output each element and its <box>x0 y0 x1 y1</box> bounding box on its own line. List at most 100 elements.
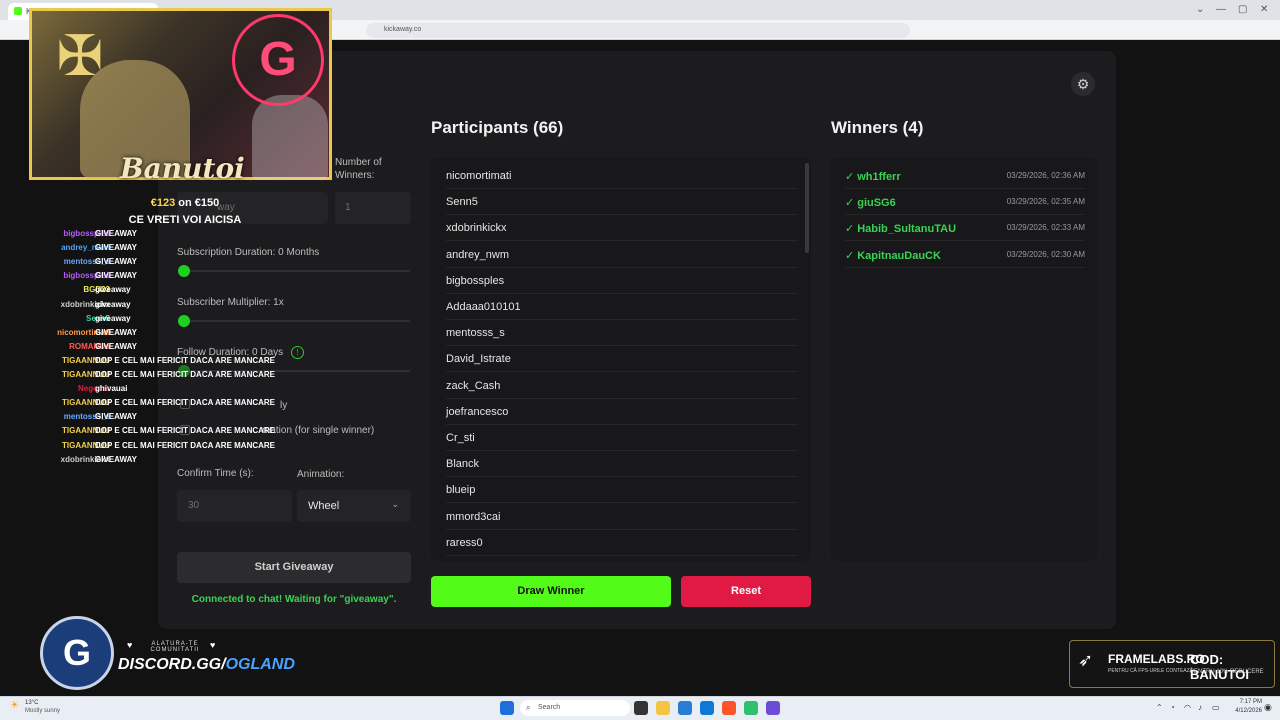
chat-line: andrey_nwm GIVEAWAY <box>0 243 300 257</box>
task-view-icon[interactable] <box>634 701 648 715</box>
chat-message: GIVEAWAY <box>95 341 137 351</box>
cross-logo-icon: ✠ <box>56 24 104 87</box>
participant-item: mmord3cai <box>446 504 798 530</box>
chat-message: GIVEAWAY <box>95 271 137 281</box>
clock-time[interactable]: 7:17 PM <box>1226 699 1262 705</box>
discord-app-icon[interactable] <box>766 701 780 715</box>
obs-icon[interactable] <box>744 701 758 715</box>
chat-line: mentosss_s GIVEAWAY <box>0 257 300 271</box>
wifi-icon[interactable]: ◠ <box>1184 703 1191 712</box>
chat-message: DOP E CEL MAI FERICIT DACA ARE MANCARE <box>95 426 276 436</box>
chat-message: DOP E CEL MAI FERICIT DACA ARE MANCARE <box>95 370 276 379</box>
animation-label: Animation: <box>297 469 345 480</box>
winners-list: ✓ wh1fferr 03/29/2026, 02:36 AM ✓ giuSG6 03/2… <box>831 157 1097 561</box>
chat-line: TIGAANNUU DOP E CEL MAI FERICIT DACA ARE … <box>0 398 300 412</box>
number-of-winners-label: Number of Winners: <box>335 157 382 181</box>
winner-item: ✓ KapitnauDauCK 03/29/2026, 02:30 AM <box>845 242 1085 268</box>
join-community-text: ALATURA-TE COMUNITATII <box>150 641 200 653</box>
neon-g-logo: G <box>232 14 324 106</box>
winner-name: wh1fferr <box>857 171 901 183</box>
notification-bell-icon[interactable]: ◉ <box>1264 702 1272 713</box>
close-window-icon[interactable]: ✕ <box>1260 4 1268 15</box>
reset-button[interactable]: Reset <box>681 576 811 607</box>
participant-item: joefrancesco <box>446 399 798 425</box>
chat-line: TIGAANNUU DOP E CEL MAI FERICIT DACA ARE … <box>0 426 300 440</box>
check-icon: ✓ <box>845 223 855 236</box>
participant-item: bigbossples <box>446 268 798 294</box>
participants-scrollbar[interactable] <box>805 163 809 253</box>
participant-item: mentosss_s <box>446 320 798 347</box>
goal-current: €123 <box>150 197 176 209</box>
kick-favicon-icon <box>14 7 22 15</box>
battery-icon[interactable]: ▭ <box>1212 703 1220 712</box>
participant-item: Addaaa010101 <box>446 294 798 320</box>
winner-item: ✓ Habib_SultanuTAU 03/29/2026, 02:33 AM <box>845 215 1085 242</box>
maximize-icon[interactable]: ▢ <box>1238 4 1247 15</box>
chat-message: GIVEAWAY <box>95 257 137 267</box>
winner-item: ✓ giuSG6 03/29/2026, 02:35 AM <box>845 189 1085 216</box>
network-icon[interactable]: ◔ <box>1170 703 1175 712</box>
winner-name: Habib_SultanuTAU <box>857 223 957 236</box>
participant-item: raress0 <box>446 530 798 556</box>
taskbar-search[interactable]: ⌕ Search <box>520 700 630 716</box>
winner-time: 03/29/2026, 02:30 AM <box>1006 249 1085 259</box>
chat-line: TIGAANNUU DOP E CEL MAI FERICIT DACA ARE … <box>0 370 300 384</box>
participant-item: nicomortimati <box>446 163 798 189</box>
draw-winner-button[interactable]: Draw Winner <box>431 576 671 607</box>
chat-line: Negocar ghivauai <box>0 384 300 398</box>
goal-rest: on €150 <box>175 197 220 209</box>
chat-line: TIGAANNUU DOP E CEL MAI FERICIT DACA ARE … <box>0 356 300 370</box>
participant-item: zack_Cash <box>446 373 798 399</box>
participants-list[interactable]: nicomortimati Senn5 xdobrinkickx andrey_nwm… <box>431 157 811 561</box>
clock-date[interactable]: 4/12/2026 <box>1226 708 1262 714</box>
winner-time: 03/29/2026, 02:33 AM <box>1006 223 1085 233</box>
chat-message: DOP E CEL MAI FERICIT DACA ARE MANCARE <box>95 398 276 408</box>
animation-select[interactable]: Wheel ⌄ <box>297 490 411 522</box>
outlook-icon[interactable] <box>700 701 714 715</box>
stream-cta: CE VRETI VOI AICISA <box>128 214 242 226</box>
participant-item: andrey_nwm <box>446 242 798 268</box>
donation-goal: €123 on €150 <box>120 197 250 209</box>
weather-desc: Mostly sunny <box>25 708 61 714</box>
streamer-name: Banutoi <box>120 152 245 185</box>
chat-message: GIVEAWAY <box>95 454 137 464</box>
winner-name: giuSG6 <box>857 197 896 210</box>
confirm-time-input[interactable]: 30 <box>177 490 292 522</box>
number-of-winners-input[interactable]: 1 <box>335 192 411 224</box>
store-icon[interactable] <box>678 701 692 715</box>
discord-prefix: DISCORD.GG/ <box>118 656 226 673</box>
chat-message: DOP E CEL MAI FERICIT DACA ARE MANCARE <box>95 355 276 365</box>
winner-item: ✓ wh1fferr 03/29/2026, 02:36 AM <box>845 163 1085 189</box>
start-giveaway-button[interactable]: Start Giveaway <box>177 552 411 583</box>
sponsor-code: COD: BANUTOI <box>1190 652 1249 682</box>
file-explorer-icon[interactable] <box>656 701 670 715</box>
rocket-icon: ➶ <box>1078 650 1094 670</box>
settings-gear-icon[interactable]: ⚙ <box>1071 72 1095 96</box>
tray-chevron-icon[interactable]: ⌃ <box>1156 703 1163 712</box>
chat-message: DOP E CEL MAI FERICIT DACA ARE MANCARE <box>95 440 276 450</box>
chat-line: BGD23 giveaway <box>0 285 300 299</box>
start-menu-icon[interactable] <box>500 701 514 715</box>
weather-temp: 13°C <box>25 700 39 706</box>
tab-list-icon[interactable]: ⌄ <box>1196 4 1204 15</box>
discord-badge-logo: G <box>40 616 114 690</box>
discord-suffix: OGLAND <box>225 656 295 673</box>
taskbar-search-placeholder: Search <box>538 704 561 711</box>
connection-status: Connected to chat! Waiting for "giveaway… <box>191 594 397 605</box>
address-bar[interactable]: kickaway.co <box>366 23 910 38</box>
confirm-time-value: 30 <box>188 500 200 511</box>
volume-icon[interactable]: ♪ <box>1198 703 1202 712</box>
chat-line: mentosss_s GIVEAWAY <box>0 412 300 426</box>
participant-item: xdobrinkickx <box>446 215 798 242</box>
participants-heading: Participants (66) <box>431 118 564 137</box>
participant-item: Blanck <box>446 451 798 478</box>
chat-line: xdobrinkickx GIVEAWAY <box>0 455 300 469</box>
chat-line: bigbossples GIVEAWAY <box>0 271 300 285</box>
minimize-icon[interactable]: — <box>1216 4 1226 15</box>
animation-value: Wheel <box>308 500 340 512</box>
brave-browser-icon[interactable] <box>722 701 736 715</box>
weather-sun-icon: ☀ <box>10 700 19 711</box>
chat-message: GIVEAWAY <box>95 327 137 337</box>
check-icon: ✓ <box>845 197 855 210</box>
chat-message: GIVEAWAY <box>95 229 137 238</box>
